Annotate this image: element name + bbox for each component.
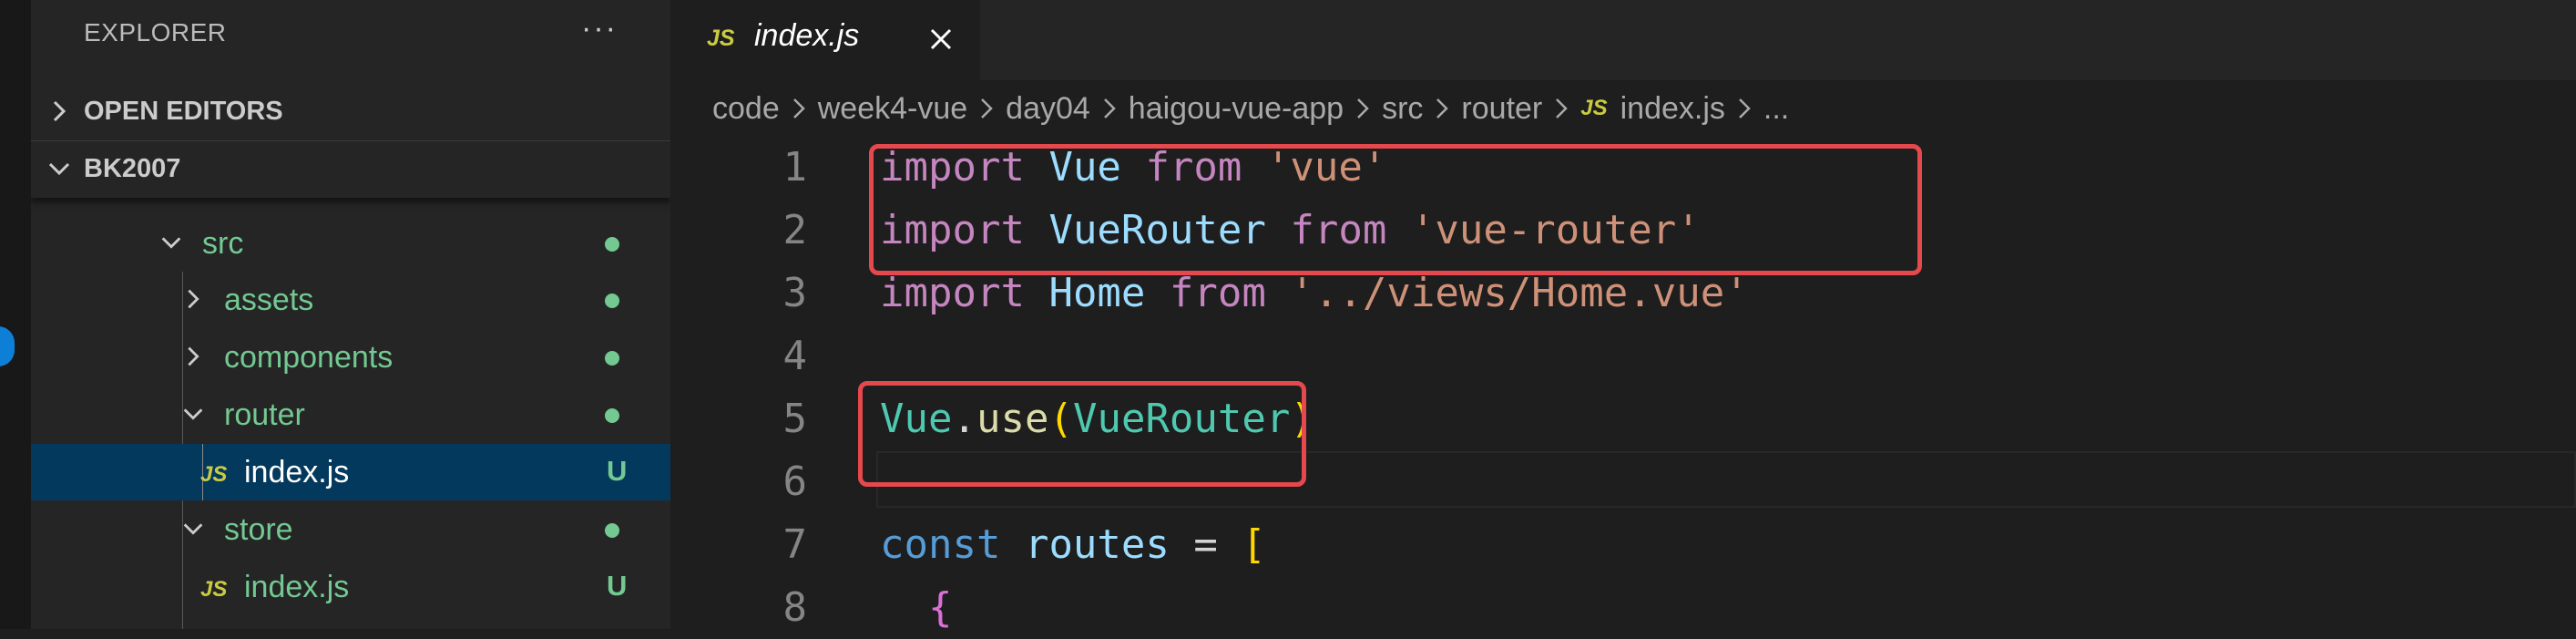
- workspace-section[interactable]: BK2007: [31, 140, 670, 198]
- breadcrumb-item[interactable]: code: [712, 91, 780, 127]
- chevron-down-icon: [161, 237, 181, 249]
- chevron-right-icon: [1739, 98, 1751, 119]
- chevron-right-icon: [1556, 98, 1569, 119]
- line-number: 4: [782, 333, 808, 379]
- line-number: 3: [782, 270, 808, 316]
- annotation-box-imports: [869, 144, 1922, 275]
- tree-folder-components[interactable]: components: [31, 329, 670, 386]
- tree-item-label: router: [224, 397, 305, 432]
- editor-area: JS index.js code week4-vue day04 haigou-vue…: [670, 0, 2576, 631]
- line-number: 6: [782, 459, 808, 505]
- tree-folder-src[interactable]: src: [31, 215, 670, 272]
- annotation-box-vue-use: [858, 381, 1306, 487]
- breadcrumb: code week4-vue day04 haigou-vue-app src route…: [712, 89, 1789, 135]
- js-file-icon: JS: [200, 462, 228, 487]
- breadcrumb-item[interactable]: ...: [1763, 91, 1789, 127]
- chevron-right-icon: [188, 346, 199, 366]
- code-line: 4: [670, 325, 2576, 387]
- explorer-sidebar: EXPLORER ··· OPEN EDITORS BK2007 src ass…: [31, 0, 670, 629]
- tree-item-label: index.js: [244, 570, 350, 604]
- chevron-right-icon: [1357, 98, 1369, 119]
- tab-bar: JS index.js: [670, 0, 2576, 80]
- breadcrumb-item[interactable]: index.js: [1620, 91, 1725, 127]
- tab-label: index.js: [754, 18, 860, 53]
- tab-index-js[interactable]: JS index.js: [670, 0, 980, 80]
- git-untracked-badge: U: [607, 570, 628, 602]
- breadcrumb-item[interactable]: day04: [1006, 91, 1090, 127]
- js-file-icon: JS: [200, 577, 228, 602]
- explorer-title: EXPLORER: [84, 18, 227, 46]
- code-text: {: [927, 584, 953, 631]
- breadcrumb-item[interactable]: src: [1382, 91, 1423, 127]
- activity-edge: [0, 0, 31, 629]
- line-number: 5: [782, 396, 808, 442]
- chevron-down-icon: [183, 408, 203, 420]
- tree-item-label: components: [224, 340, 394, 375]
- open-editors-section[interactable]: OPEN EDITORS: [31, 84, 670, 140]
- line-number: 8: [782, 584, 808, 631]
- breadcrumb-item[interactable]: haigou-vue-app: [1129, 91, 1344, 127]
- code-text: const routes = [: [880, 521, 1266, 568]
- git-modified-dot: [605, 408, 619, 423]
- line-number: 1: [782, 144, 808, 191]
- chevron-right-icon: [188, 289, 199, 309]
- js-file-icon: JS: [707, 26, 735, 51]
- more-actions-icon[interactable]: ···: [581, 11, 618, 46]
- chevron-right-icon: [792, 98, 805, 119]
- tree-folder-assets[interactable]: assets: [31, 272, 670, 328]
- tree-item-label: src: [202, 226, 244, 261]
- git-modified-dot: [605, 351, 619, 366]
- chevron-down-icon: [48, 162, 70, 176]
- tree-file-router-index[interactable]: JS index.js U: [31, 444, 670, 500]
- tree-folder-router[interactable]: router: [31, 386, 670, 443]
- git-modified-dot: [605, 294, 619, 308]
- tree-item-label: index.js: [244, 455, 350, 490]
- tree-file-store-index[interactable]: JS index.js U: [31, 559, 670, 615]
- code-line: 7 const routes = [: [670, 514, 2576, 576]
- chevron-right-icon: [53, 100, 66, 122]
- code-line: 8 {: [670, 577, 2576, 639]
- chevron-right-icon: [1436, 98, 1449, 119]
- notification-dot[interactable]: [0, 326, 15, 366]
- tree-item-label: store: [224, 512, 293, 547]
- tree-folder-store[interactable]: store: [31, 501, 670, 558]
- breadcrumb-item[interactable]: router: [1461, 91, 1542, 127]
- git-untracked-badge: U: [607, 455, 628, 487]
- chevron-down-icon: [183, 523, 203, 535]
- open-editors-label: OPEN EDITORS: [84, 97, 283, 126]
- git-modified-dot: [605, 523, 619, 538]
- close-icon[interactable]: [925, 24, 956, 55]
- line-number: 7: [782, 521, 808, 568]
- breadcrumb-item[interactable]: week4-vue: [818, 91, 967, 127]
- workspace-label: BK2007: [84, 154, 181, 183]
- chevron-right-icon: [1103, 98, 1116, 119]
- js-file-icon: JS: [1580, 96, 1608, 121]
- tree-item-label: assets: [224, 283, 314, 317]
- git-modified-dot: [605, 237, 619, 252]
- chevron-right-icon: [981, 98, 993, 119]
- line-number: 2: [782, 207, 808, 253]
- code-text: import Home from '../views/Home.vue': [880, 270, 1749, 316]
